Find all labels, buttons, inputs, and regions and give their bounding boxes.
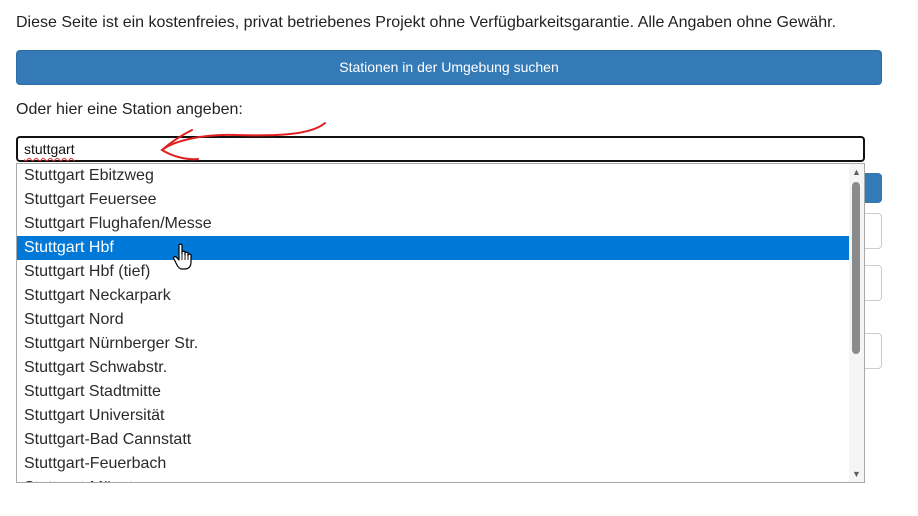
station-search-input[interactable]: stuttgart — [16, 136, 865, 162]
dropdown-scrollbar[interactable]: ▲ ▼ — [849, 164, 864, 482]
station-input-label: Oder hier eine Station angeben: — [16, 101, 243, 118]
hidden-form-field[interactable] — [864, 213, 882, 249]
hidden-form-field[interactable] — [864, 265, 882, 301]
autocomplete-dropdown[interactable]: Stuttgart Ebitzweg Stuttgart Feuersee Stut… — [16, 163, 865, 483]
autocomplete-option[interactable]: Stuttgart Ebitzweg — [17, 164, 850, 188]
scrollbar-thumb[interactable] — [852, 182, 860, 354]
nearby-stations-button[interactable]: Stationen in der Umgebung suchen — [16, 50, 882, 85]
autocomplete-option[interactable]: Stuttgart Hbf (tief) — [17, 260, 850, 284]
autocomplete-option[interactable]: Stuttgart Feuersee — [17, 188, 850, 212]
autocomplete-option[interactable]: Stuttgart Universität — [17, 404, 850, 428]
autocomplete-option[interactable]: Stuttgart Stadtmitte — [17, 380, 850, 404]
disclaimer-text: Diese Seite ist ein kostenfreies, privat… — [16, 14, 837, 31]
autocomplete-option[interactable]: Stuttgart Hbf — [17, 236, 850, 260]
autocomplete-option[interactable]: Stuttgart Flughafen/Messe — [17, 212, 850, 236]
autocomplete-option[interactable]: Stuttgart Neckarpark — [17, 284, 850, 308]
autocomplete-option[interactable]: Stuttgart-Bad Cannstatt — [17, 428, 850, 452]
hidden-form-field[interactable] — [864, 333, 882, 369]
scroll-down-arrow-icon[interactable]: ▼ — [849, 466, 864, 482]
autocomplete-options: Stuttgart Ebitzweg Stuttgart Feuersee Stut… — [17, 164, 850, 482]
autocomplete-option[interactable]: Stuttgart-Münster — [17, 476, 850, 482]
autocomplete-option[interactable]: Stuttgart Schwabstr. — [17, 356, 850, 380]
autocomplete-option[interactable]: Stuttgart-Feuerbach — [17, 452, 850, 476]
page: Diese Seite ist ein kostenfreies, privat… — [0, 0, 918, 516]
autocomplete-option[interactable]: Stuttgart Nürnberger Str. — [17, 332, 850, 356]
station-search-value: stuttgart — [24, 141, 75, 157]
hidden-submit-button[interactable] — [864, 173, 882, 203]
autocomplete-option[interactable]: Stuttgart Nord — [17, 308, 850, 332]
scroll-up-arrow-icon[interactable]: ▲ — [849, 164, 864, 180]
